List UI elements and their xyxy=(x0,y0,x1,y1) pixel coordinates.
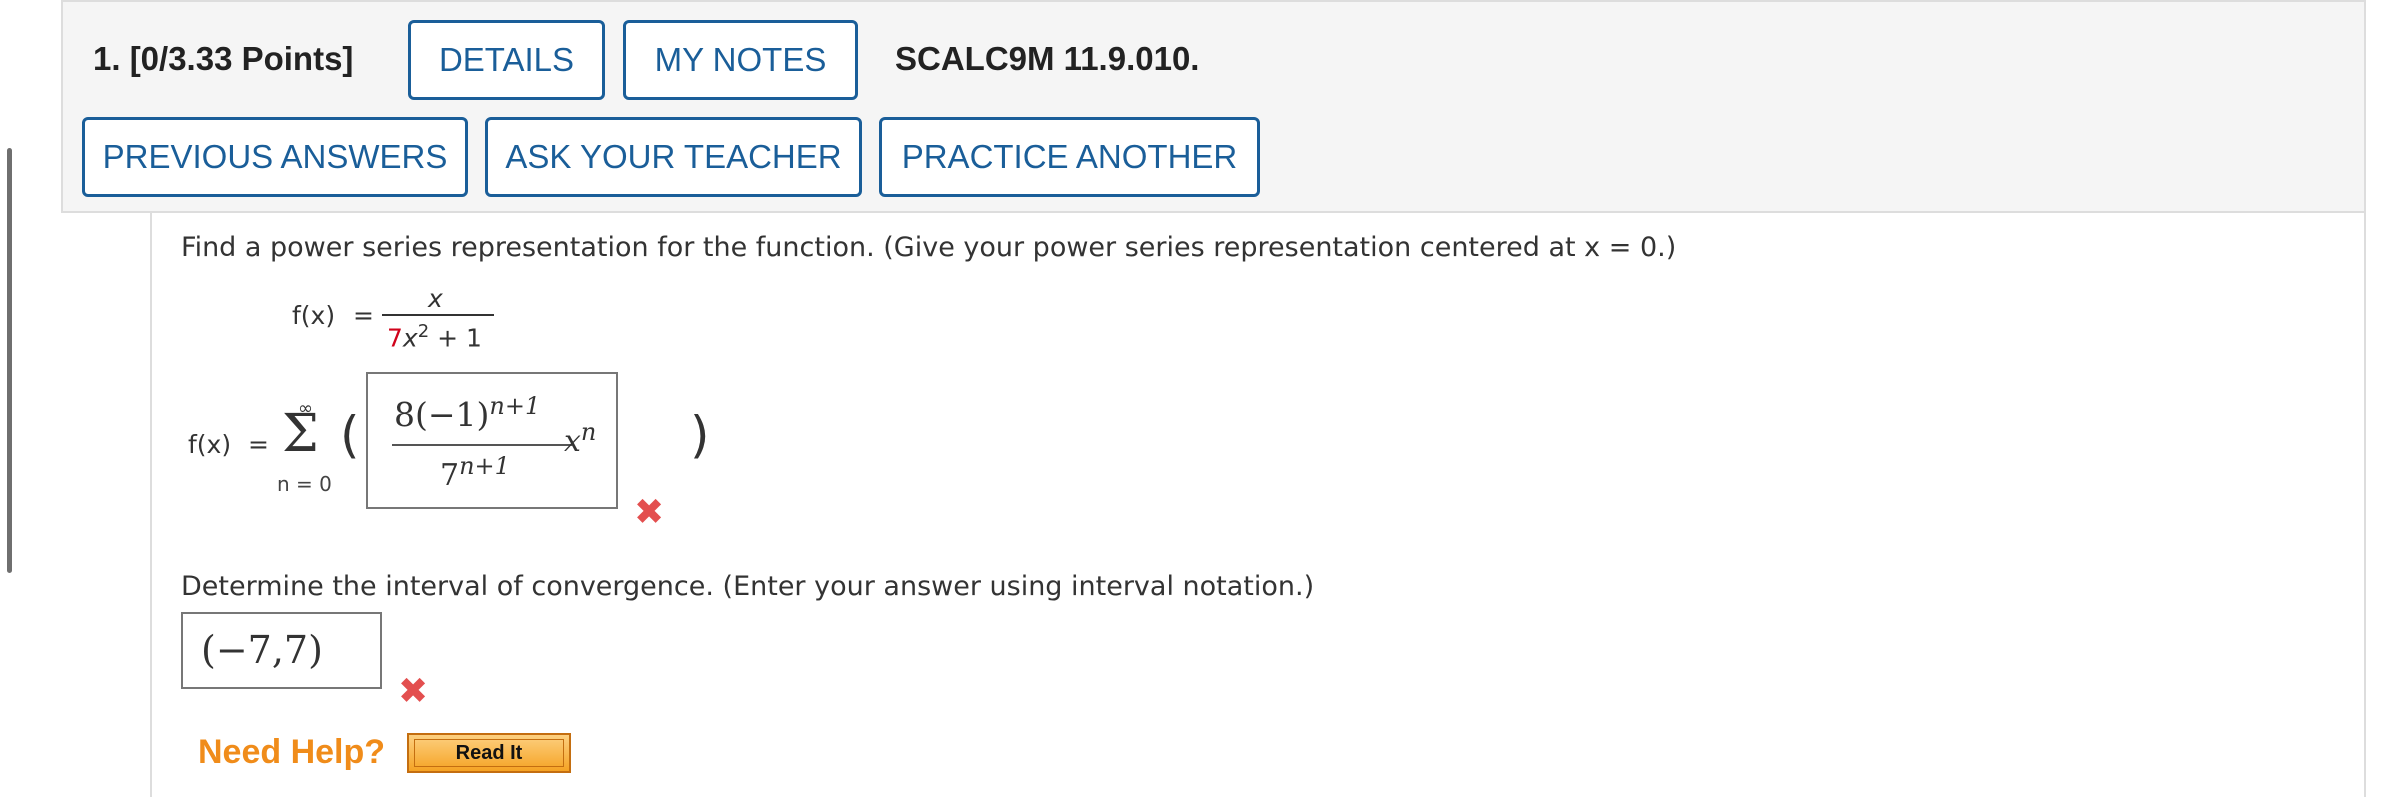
answer-numerator: 8(−1)n+1 xyxy=(394,392,540,434)
close-paren: ) xyxy=(690,406,710,464)
question-title: 1. [0/3.33 Points] xyxy=(93,40,354,77)
equals-sign: = xyxy=(353,301,374,330)
function-lhs: f(x) xyxy=(292,301,336,330)
denominator-coefficient: 7 xyxy=(387,323,403,353)
ask-your-teacher-button[interactable]: ASK YOUR TEACHER xyxy=(485,117,862,197)
answer-variable-base: x xyxy=(564,424,581,459)
answer-numerator-base: 8(−1) xyxy=(394,395,490,434)
interval-prompt: Determine the interval of convergence. (… xyxy=(181,571,1315,602)
answer-fraction-bar xyxy=(392,444,572,446)
question-prompt: Find a power series representation for t… xyxy=(181,232,1677,263)
my-notes-button[interactable]: MY NOTES xyxy=(623,20,858,100)
read-it-button[interactable]: Read It xyxy=(407,733,571,773)
incorrect-x-icon: ✖ xyxy=(398,671,429,712)
interval-answer-value: (−7,7) xyxy=(201,628,323,672)
practice-another-button[interactable]: PRACTICE ANOTHER xyxy=(879,117,1260,197)
question-page: 1. [0/3.33 Points] DETAILS MY NOTES SCAL… xyxy=(0,0,2388,797)
answer-denominator-base: 7 xyxy=(440,458,460,493)
scrollbar[interactable] xyxy=(7,148,12,573)
answer-denominator: 7n+1 xyxy=(440,452,510,493)
fraction-numerator: x xyxy=(428,284,443,313)
fraction-denominator: 7x2 + 1 xyxy=(387,321,482,352)
sum-lower-limit: n = 0 xyxy=(277,472,332,496)
previous-answers-button[interactable]: PREVIOUS ANSWERS xyxy=(82,117,468,197)
read-it-label: Read It xyxy=(414,739,564,767)
details-button[interactable]: DETAILS xyxy=(408,20,605,100)
question-code: SCALC9M 11.9.010. xyxy=(895,40,1200,77)
need-help-label: Need Help? xyxy=(198,733,386,771)
series-answer-input[interactable]: 8(−1)n+1 7n+1 xn xyxy=(366,372,618,509)
sigma-icon: Σ xyxy=(282,404,319,464)
denominator-tail: + 1 xyxy=(429,323,482,353)
open-paren: ( xyxy=(340,406,360,464)
series-equals: = xyxy=(248,430,269,459)
incorrect-x-icon: ✖ xyxy=(634,492,665,533)
denominator-exponent: 2 xyxy=(417,321,430,342)
answer-variable-exponent: n xyxy=(580,418,597,446)
content-right-border xyxy=(2364,213,2366,797)
question-header: 1. [0/3.33 Points] DETAILS MY NOTES SCAL… xyxy=(61,0,2366,213)
content-left-border xyxy=(150,213,152,797)
answer-variable: xn xyxy=(564,418,596,459)
fraction-bar xyxy=(382,314,494,316)
interval-answer-input[interactable]: (−7,7) xyxy=(181,612,382,689)
denominator-variable: x xyxy=(402,323,418,353)
answer-numerator-exponent: n+1 xyxy=(489,392,541,420)
answer-denominator-exponent: n+1 xyxy=(459,452,510,480)
series-lhs: f(x) xyxy=(188,430,232,459)
